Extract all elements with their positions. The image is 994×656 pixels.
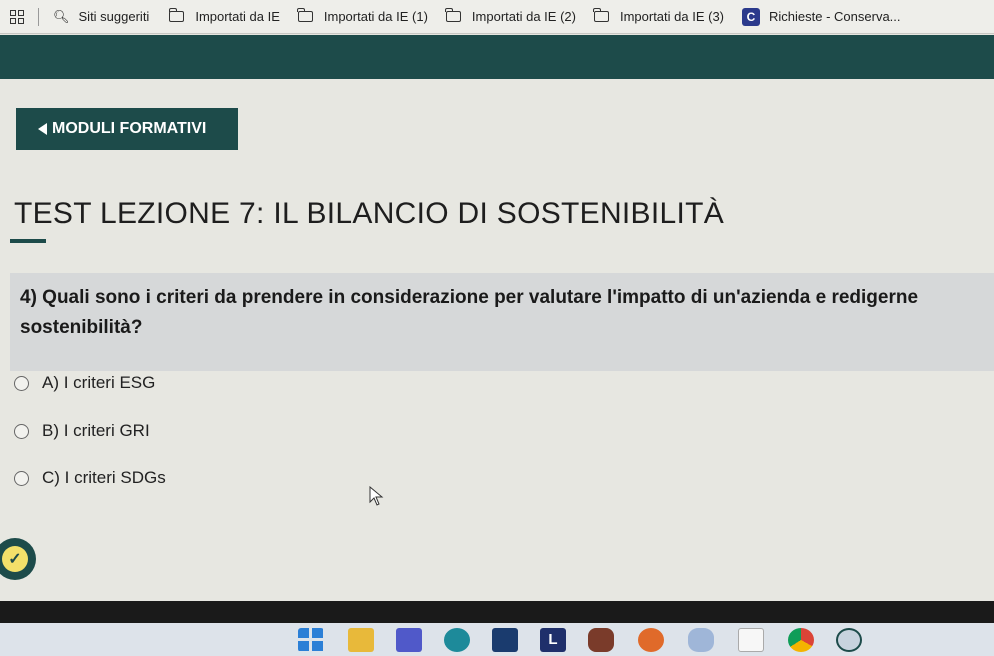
bookmark-label: Richieste - Conserva... bbox=[769, 9, 901, 24]
radio-button[interactable] bbox=[14, 423, 29, 439]
search-app-icon[interactable] bbox=[836, 628, 862, 652]
option-label: C) I criteri SDGs bbox=[42, 468, 166, 487]
start-icon[interactable] bbox=[298, 628, 324, 652]
folder-icon bbox=[445, 8, 461, 22]
back-to-modules-button[interactable]: MODULI FORMATIVI bbox=[16, 108, 238, 150]
bookmark-importati-ie-1[interactable]: Importati da IE (1) bbox=[297, 8, 428, 24]
option-label: B) I criteri GRI bbox=[42, 421, 150, 440]
notepad-icon[interactable] bbox=[738, 628, 764, 652]
folder-icon bbox=[168, 8, 185, 22]
option-label: A) I criteri ESG bbox=[42, 373, 156, 392]
bookmark-richieste[interactable]: C Richieste - Conserva... bbox=[742, 7, 901, 26]
folder-icon bbox=[593, 8, 609, 22]
site-header bbox=[0, 35, 994, 79]
taskbar: L bbox=[0, 623, 994, 656]
question-box: 4) Quali sono i criteri da prendere in c… bbox=[10, 273, 994, 371]
main-content: MODULI FORMATIVI TEST LEZIONE 7: IL BILA… bbox=[0, 79, 994, 601]
option-c[interactable]: C) I criteri SDGs bbox=[14, 468, 166, 488]
app-icon[interactable] bbox=[588, 628, 614, 652]
page-title: TEST LEZIONE 7: IL BILANCIO DI SOSTENIBI… bbox=[14, 197, 725, 230]
radio-button[interactable] bbox=[14, 470, 29, 486]
screen-bezel bbox=[0, 601, 994, 623]
folder-icon bbox=[297, 8, 313, 22]
teams-icon[interactable] bbox=[396, 628, 422, 652]
richieste-icon: C bbox=[742, 7, 761, 26]
back-button-label: MODULI FORMATIVI bbox=[52, 120, 207, 137]
apps-grid-icon[interactable] bbox=[10, 9, 24, 24]
option-b[interactable]: B) I criteri GRI bbox=[14, 421, 150, 441]
question-text: 4) Quali sono i criteri da prendere in c… bbox=[20, 287, 919, 338]
bookmarks-bar: 🔍︎ Siti suggeriti Importati da IE Import… bbox=[0, 0, 994, 34]
mouse-cursor-icon bbox=[369, 486, 384, 506]
bookmark-label: Importati da IE (1) bbox=[323, 9, 428, 24]
search-icon: 🔍︎ bbox=[53, 8, 70, 24]
firefox-icon[interactable] bbox=[638, 628, 664, 652]
bookmark-siti-suggeriti[interactable]: 🔍︎ Siti suggeriti bbox=[53, 9, 149, 25]
radio-button[interactable] bbox=[14, 375, 29, 391]
accessibility-button[interactable]: ✓ bbox=[0, 538, 36, 580]
bookmark-importati-ie-3[interactable]: Importati da IE (3) bbox=[593, 8, 725, 24]
bookmark-label: Importati da IE (3) bbox=[619, 9, 725, 24]
store-icon[interactable] bbox=[492, 628, 518, 652]
bookmarks-separator bbox=[38, 7, 39, 26]
bookmark-label: Importati da IE (2) bbox=[471, 9, 576, 24]
app-l-icon[interactable]: L bbox=[540, 628, 566, 652]
chrome-icon[interactable] bbox=[788, 628, 814, 652]
bookmark-importati-ie-2[interactable]: Importati da IE (2) bbox=[445, 8, 576, 24]
bookmark-label: Importati da IE bbox=[195, 9, 280, 24]
back-arrow-icon bbox=[38, 123, 47, 135]
accessibility-icon: ✓ bbox=[2, 546, 28, 572]
edge-icon[interactable] bbox=[444, 628, 470, 652]
bookmark-importati-ie[interactable]: Importati da IE bbox=[168, 8, 280, 24]
title-underline bbox=[10, 239, 46, 243]
option-a[interactable]: A) I criteri ESG bbox=[14, 373, 155, 393]
file-explorer-icon[interactable] bbox=[348, 628, 374, 652]
bookmark-label: Siti suggeriti bbox=[78, 9, 150, 24]
paint-icon[interactable] bbox=[688, 628, 714, 652]
